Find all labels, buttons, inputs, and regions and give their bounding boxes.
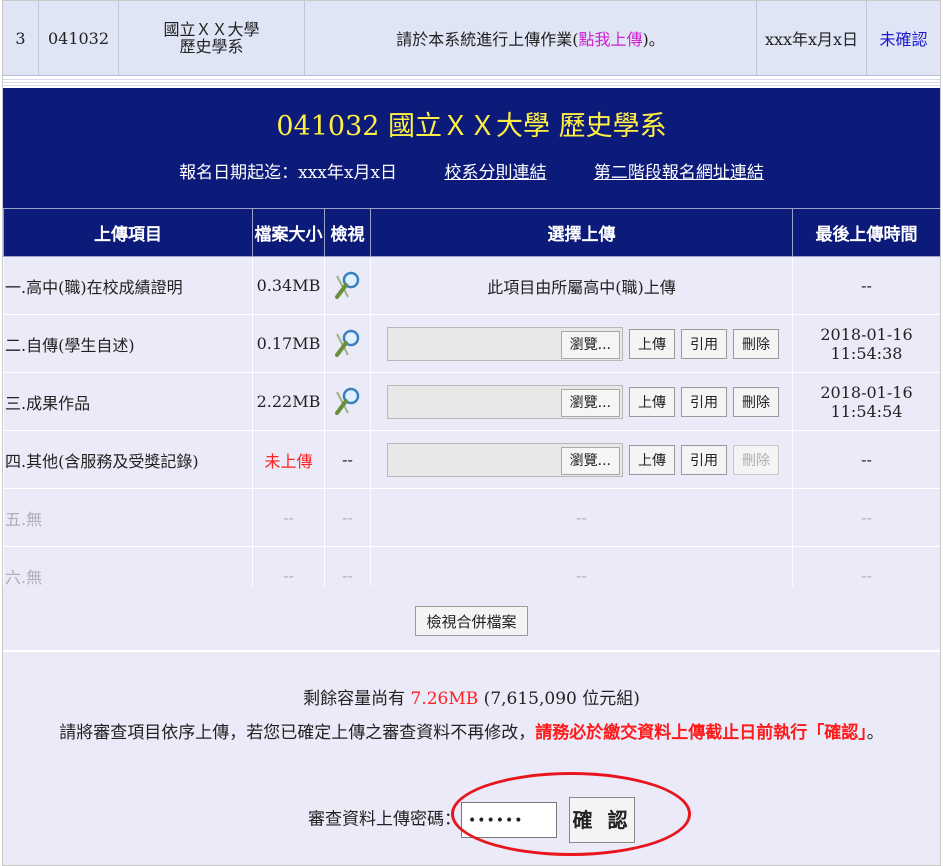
cite-button[interactable]: 引用 [681,328,727,359]
last-upload-time: -- [792,256,940,315]
capacity-suffix: (7,615,090 位元組) [478,689,640,709]
confirm-button[interactable]: 確 認 [569,797,635,843]
upload-cell: -- [370,488,793,547]
confirm-status: 未確認 [879,30,928,49]
confirm-section: 剩餘容量尚有 7.26MB (7,615,090 位元組) 請將審查項目依序上傳… [3,650,940,865]
file-size: 0.34MB [252,256,325,315]
browse-button[interactable]: 瀏覽... [560,388,620,417]
row-index: 3 [3,1,39,75]
upload-button[interactable]: 上傳 [629,444,675,475]
col-header-view: 檢視 [324,208,371,257]
browse-button[interactable]: 瀏覽... [560,330,620,359]
browse-button[interactable]: 瀏覽... [560,446,620,475]
magnifier-icon[interactable] [332,270,364,302]
department-rules-link[interactable]: 校系分則連結 [444,163,546,183]
second-stage-link[interactable]: 第二階段報名網址連結 [594,163,764,183]
upload-controls: 瀏覽... 上傳 引用 刪除 [370,372,793,431]
last-upload-time: -- [792,430,940,489]
school-name: 國立ＸＸ大學 歷史學系 [119,1,305,75]
magnifier-icon[interactable] [332,386,364,418]
notice-end: 。 [866,723,884,743]
delete-button[interactable]: 刪除 [733,386,779,417]
magnifier-icon[interactable] [332,328,364,360]
table-row: 二.自傳(學生自述) 0.17MB 瀏覽... 上傳 引用 刪除 2018-01-16… [3,314,940,373]
file-input[interactable]: 瀏覽... [387,326,623,361]
department-code: 041032 [39,1,119,75]
upload-controls: 瀏覽... 上傳 引用 刪除 [370,430,793,489]
last-upload-time: 2018-01-16 11:54:38 [792,314,940,373]
school-name-line1: 國立ＸＸ大學 [163,20,260,39]
delete-button[interactable]: 刪除 [733,328,779,359]
view-cell [324,256,371,315]
capacity-prefix: 剩餘容量尚有 [303,689,411,709]
table-row: 一.高中(職)在校成績證明 0.34MB 此項目由所屬高中(職)上傳 -- [3,256,940,315]
notice-text: 請將審查項目依序上傳，若您已確定上傳之審查資料不再修改，請務必於繳交資料上傳截止… [3,718,940,743]
view-cell: -- [324,488,371,547]
view-cell: -- [324,430,371,489]
item-name: 四.其他(含服務及受獎記錄) [3,430,253,489]
view-merged-file-button[interactable]: 檢視合併檔案 [415,606,528,636]
file-size: -- [252,488,325,547]
department-header: 041032 國立ＸＸ大學 歷史學系 報名日期起迄：xxx年x月x日 校系分則連… [3,88,940,208]
upload-table: 上傳項目 檔案大小 檢視 選擇上傳 最後上傳時間 一.高中(職)在校成績證明 0… [3,208,940,605]
merge-section: 檢視合併檔案 [3,586,940,650]
file-size: 2.22MB [252,372,325,431]
view-cell [324,314,371,373]
col-header-size: 檔案大小 [252,208,325,257]
password-label: 審查資料上傳密碼： [308,809,461,830]
item-name: 三.成果作品 [3,372,253,431]
upload-controls: 瀏覽... 上傳 引用 刪除 [370,314,793,373]
table-row: 三.成果作品 2.22MB 瀏覽... 上傳 引用 刪除 2018-01-16 11:… [3,372,940,431]
capacity-text: 剩餘容量尚有 7.26MB (7,615,090 位元組) [3,684,940,709]
file-size: 0.17MB [252,314,325,373]
col-header-item: 上傳項目 [3,208,253,257]
cite-button[interactable]: 引用 [681,444,727,475]
page-frame: 3 041032 國立ＸＸ大學 歷史學系 請於本系統進行上傳作業(點我上傳)。 … [2,0,941,866]
upload-instruction: 請於本系統進行上傳作業(點我上傳)。 [305,1,757,75]
upload-link[interactable]: 點我上傳 [578,26,642,50]
upload-button[interactable]: 上傳 [629,328,675,359]
item-name: 一.高中(職)在校成績證明 [3,256,253,315]
table-row: 四.其他(含服務及受獎記錄) 未上傳 -- 瀏覽... 上傳 引用 刪除 -- [3,430,940,489]
department-title: 041032 國立ＸＸ大學 歷史學系 [276,111,667,142]
file-input[interactable]: 瀏覽... [387,384,623,419]
delete-button: 刪除 [733,444,779,475]
table-row: 五.無 -- -- -- -- [3,488,940,547]
notice-warning: 請務必於繳交資料上傳截止日前執行「確認」 [535,723,867,743]
col-header-upload: 選擇上傳 [370,208,793,257]
separator [3,77,940,87]
file-size: 未上傳 [252,430,325,489]
row-date: xxx年x月x日 [757,1,867,75]
deadline-text: 報名日期起迄：xxx年x月x日 [179,163,398,183]
header-subline: 報名日期起迄：xxx年x月x日 校系分則連結 第二階段報名網址連結 [3,158,940,183]
item-name: 五.無 [3,488,253,547]
password-input[interactable]: •••••• [461,802,557,838]
instruction-text-post: )。 [642,30,665,49]
item-name: 二.自傳(學生自述) [3,314,253,373]
col-header-time: 最後上傳時間 [792,208,940,257]
application-summary-row: 3 041032 國立ＸＸ大學 歷史學系 請於本系統進行上傳作業(點我上傳)。 … [3,1,940,76]
last-upload-time: -- [792,488,940,547]
last-upload-time: 2018-01-16 11:54:54 [792,372,940,431]
instruction-text-pre: 請於本系統進行上傳作業( [396,30,579,49]
upload-button[interactable]: 上傳 [629,386,675,417]
notice-body: 請將審查項目依序上傳，若您已確定上傳之審查資料不再修改， [59,723,536,743]
view-cell [324,372,371,431]
password-row: 審查資料上傳密碼： •••••• 確 認 [3,797,940,843]
cite-button[interactable]: 引用 [681,386,727,417]
school-name-line2: 歷史學系 [179,37,244,56]
capacity-value: 7.26MB [410,689,479,709]
table-header-row: 上傳項目 檔案大小 檢視 選擇上傳 最後上傳時間 [3,208,940,257]
file-input[interactable]: 瀏覽... [387,442,623,477]
upload-note: 此項目由所屬高中(職)上傳 [370,256,793,315]
